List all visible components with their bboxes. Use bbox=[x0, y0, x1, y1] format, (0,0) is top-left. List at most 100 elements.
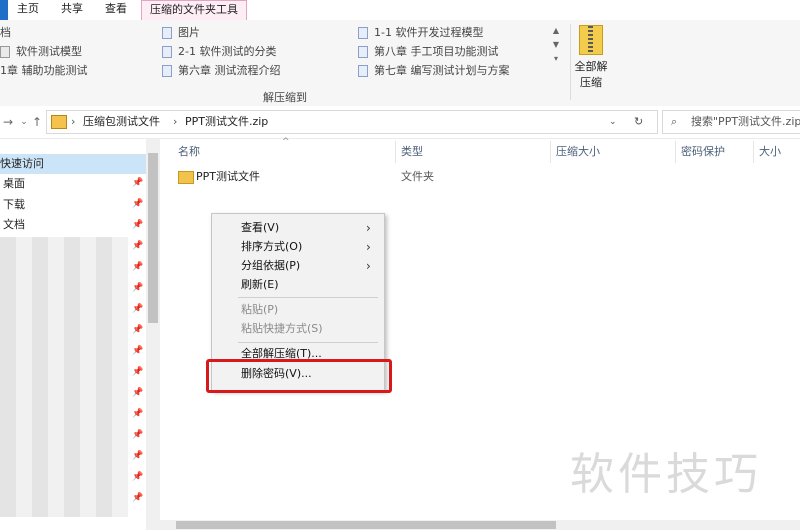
watermark-text: 软件技巧 bbox=[570, 449, 762, 500]
pin-icon[interactable]: 📌 bbox=[132, 346, 143, 356]
scrollbar-thumb[interactable] bbox=[148, 153, 158, 323]
chevron-right-icon[interactable]: › bbox=[71, 114, 75, 130]
pin-icon[interactable]: 📌 bbox=[132, 241, 143, 251]
pin-icon[interactable]: 📌 bbox=[132, 493, 143, 503]
folder-icon bbox=[178, 171, 194, 184]
extract-to-label: 第七章 编写测试计划与方案 bbox=[374, 64, 510, 77]
nav-item-downloads[interactable]: 下载 bbox=[0, 195, 146, 215]
zip-folder-icon bbox=[579, 25, 603, 55]
pin-icon[interactable]: 📌 bbox=[132, 451, 143, 461]
column-header-name[interactable]: 名称 bbox=[178, 141, 200, 163]
extract-to-item[interactable]: 档 bbox=[0, 25, 150, 41]
extract-all-label: 压缩 bbox=[580, 76, 602, 89]
breadcrumb-item[interactable]: 压缩包测试文件 bbox=[83, 114, 160, 130]
folder-icon bbox=[162, 46, 172, 58]
pin-icon[interactable]: 📌 bbox=[132, 409, 143, 419]
obscured-nav-items bbox=[0, 237, 128, 517]
tab-share[interactable]: 共享 bbox=[52, 0, 92, 20]
pin-icon[interactable]: 📌 bbox=[132, 262, 143, 272]
extract-to-item[interactable]: 软件测试模型 bbox=[0, 44, 150, 60]
extract-to-label: 1章 辅助功能测试 bbox=[0, 64, 88, 77]
pin-icon[interactable]: 📌 bbox=[132, 220, 143, 230]
ribbon-divider bbox=[570, 24, 571, 100]
extract-to-item[interactable]: 第六章 测试流程介绍 bbox=[162, 63, 342, 79]
tab-home[interactable]: 主页 bbox=[10, 0, 46, 20]
menu-item-group-by[interactable]: 分组依据(P) bbox=[241, 256, 300, 276]
tab-view[interactable]: 查看 bbox=[96, 0, 136, 20]
file-tab[interactable] bbox=[0, 0, 8, 20]
column-header-type[interactable]: 类型 bbox=[401, 141, 423, 163]
menu-separator bbox=[238, 342, 378, 343]
nav-item-label: 下载 bbox=[3, 198, 25, 211]
file-row-name[interactable]: PPT测试文件 bbox=[196, 168, 260, 186]
menu-item-refresh[interactable]: 刷新(E) bbox=[241, 275, 279, 295]
pin-icon[interactable]: 📌 bbox=[132, 388, 143, 398]
up-arrow-icon[interactable]: ↑ bbox=[29, 114, 45, 130]
menu-separator bbox=[238, 297, 378, 298]
forward-arrow-icon[interactable]: → bbox=[0, 114, 16, 130]
navigation-pane: 快速访问 桌面 下载 文档 📌 📌 📌 📌 📌 📌 📌 📌 📌 📌 📌 📌 📌 … bbox=[0, 139, 160, 530]
refresh-icon[interactable]: ↻ bbox=[634, 114, 643, 130]
folder-icon bbox=[162, 27, 172, 39]
breadcrumb-item[interactable]: PPT测试文件.zip bbox=[185, 114, 268, 130]
menu-item-sort-by[interactable]: 排序方式(O) bbox=[241, 237, 302, 257]
nav-item-desktop[interactable]: 桌面 bbox=[0, 174, 146, 194]
extract-to-group-label: 解压缩到 bbox=[263, 91, 307, 104]
chevron-right-icon: › bbox=[366, 259, 371, 273]
pin-icon[interactable]: 📌 bbox=[132, 304, 143, 314]
nav-item-label: 快速访问 bbox=[0, 157, 44, 170]
nav-item-label: 桌面 bbox=[3, 177, 25, 190]
pin-icon[interactable]: 📌 bbox=[132, 199, 143, 209]
extract-to-label: 软件测试模型 bbox=[16, 45, 82, 58]
sort-ascending-icon: ^ bbox=[282, 137, 290, 147]
pin-icon[interactable]: 📌 bbox=[132, 472, 143, 482]
column-header-size[interactable]: 大小 bbox=[759, 141, 781, 163]
file-row-type: 文件夹 bbox=[401, 170, 434, 183]
chevron-right-icon[interactable]: › bbox=[173, 114, 177, 130]
folder-icon bbox=[358, 27, 368, 39]
extract-to-label: 第八章 手工项目功能测试 bbox=[374, 45, 499, 58]
ribbon-gallery-scroll[interactable]: ▲ ▼ ▾ bbox=[549, 24, 563, 80]
extract-all-button[interactable]: 全部解 压缩 bbox=[572, 23, 610, 89]
extract-to-label: 1-1 软件开发过程模型 bbox=[374, 26, 484, 39]
highlight-box bbox=[206, 359, 392, 393]
search-input[interactable]: ⌕ 搜索"PPT测试文件.zip" bbox=[662, 110, 800, 134]
pin-icon[interactable]: 📌 bbox=[132, 367, 143, 377]
chevron-down-icon[interactable]: ⌄ bbox=[609, 114, 617, 130]
folder-icon bbox=[162, 65, 172, 77]
chevron-right-icon: › bbox=[366, 240, 371, 254]
search-placeholder: 搜索"PPT测试文件.zip" bbox=[691, 115, 800, 128]
pin-icon[interactable]: 📌 bbox=[132, 283, 143, 293]
extract-to-label: 档 bbox=[0, 26, 11, 39]
extract-to-item[interactable]: 第七章 编写测试计划与方案 bbox=[358, 63, 548, 79]
extract-to-item[interactable]: 第八章 手工项目功能测试 bbox=[358, 44, 548, 60]
ribbon-tab-bar: 主页 共享 查看 压缩的文件夹工具 bbox=[0, 0, 800, 21]
chevron-right-icon: › bbox=[366, 221, 371, 235]
column-divider[interactable] bbox=[753, 141, 754, 163]
column-divider[interactable] bbox=[395, 141, 396, 163]
column-divider[interactable] bbox=[550, 141, 551, 163]
archive-icon bbox=[51, 115, 67, 129]
menu-item-view[interactable]: 查看(V) bbox=[241, 218, 279, 238]
menu-item-paste: 粘贴(P) bbox=[241, 303, 279, 316]
pin-icon[interactable]: 📌 bbox=[132, 325, 143, 335]
extract-to-item[interactable]: 2-1 软件测试的分类 bbox=[162, 44, 342, 60]
horizontal-scrollbar-thumb[interactable] bbox=[176, 521, 556, 529]
extract-to-label: 2-1 软件测试的分类 bbox=[178, 45, 277, 58]
column-header-password[interactable]: 密码保护 bbox=[681, 141, 725, 163]
pin-icon[interactable]: 📌 bbox=[132, 430, 143, 440]
extract-to-item[interactable]: 1-1 软件开发过程模型 bbox=[358, 25, 548, 41]
tab-compressed-folder-tools[interactable]: 压缩的文件夹工具 bbox=[141, 0, 247, 21]
column-header-compressed-size[interactable]: 压缩大小 bbox=[556, 141, 600, 163]
address-row: → ⌄ ↑ › 压缩包测试文件 › PPT测试文件.zip ⌄ ↻ ⌕ 搜索"P… bbox=[0, 106, 800, 139]
extract-to-item[interactable]: 图片 bbox=[162, 25, 342, 41]
extract-to-item[interactable]: 1章 辅助功能测试 bbox=[0, 63, 150, 79]
address-bar[interactable]: › 压缩包测试文件 › PPT测试文件.zip ⌄ ↻ bbox=[46, 110, 658, 134]
folder-icon bbox=[358, 46, 368, 58]
nav-item-quick-access[interactable]: 快速访问 bbox=[0, 154, 146, 174]
pin-icon[interactable]: 📌 bbox=[132, 178, 143, 188]
extract-to-label: 第六章 测试流程介绍 bbox=[178, 64, 281, 77]
ribbon: 档 软件测试模型 1章 辅助功能测试 图片 2-1 软件测试的分类 第六章 测试… bbox=[0, 20, 800, 107]
column-divider[interactable] bbox=[675, 141, 676, 163]
nav-item-documents[interactable]: 文档 bbox=[0, 215, 146, 235]
